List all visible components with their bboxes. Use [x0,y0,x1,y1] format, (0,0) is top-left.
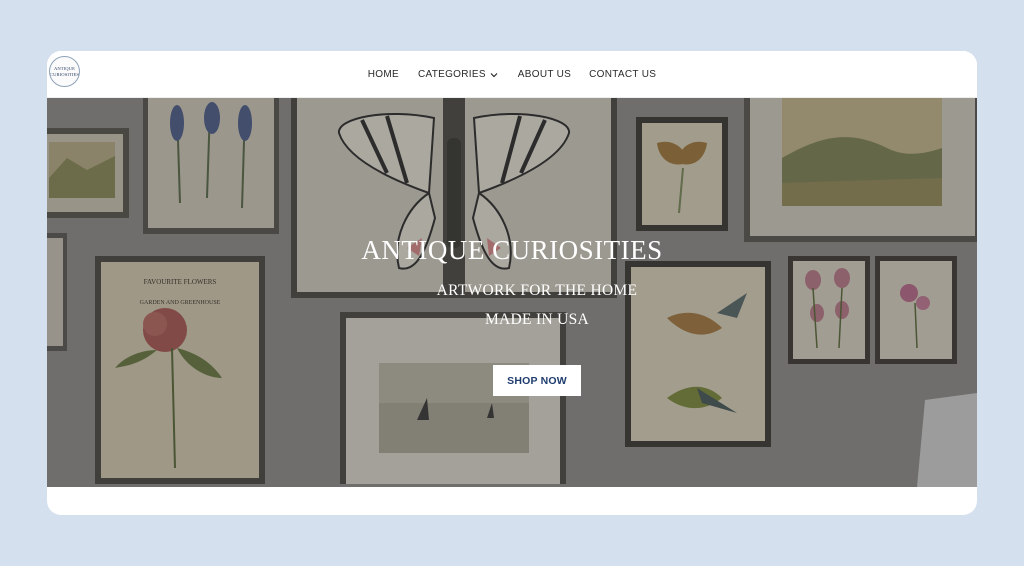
hero-subtitle-line2: MADE IN USA [484,311,590,328]
nav-categories[interactable]: CATEGORIES [418,69,498,80]
shop-now-button[interactable]: SHOP NOW [493,365,581,396]
browser-window: ANTIQUE CURIOSITIES HOME CATEGORIES ABOU… [47,51,977,515]
main-nav: HOME CATEGORIES ABOUT US CONTACT US [47,51,977,98]
hero-banner: FAVOURITE FLOWERS GARDEN AND GREENHOUSE [47,98,977,487]
chevron-down-icon [490,72,498,77]
nav-home[interactable]: HOME [368,69,399,80]
hero-title: ANTIQUE CURIOSITIES [361,235,663,265]
nav-about-us[interactable]: ABOUT US [518,69,571,80]
hero-subtitle-line1: ARTWORK FOR THE HOME [436,282,638,299]
site-header: ANTIQUE CURIOSITIES HOME CATEGORIES ABOU… [47,51,977,98]
nav-categories-label: CATEGORIES [417,69,486,80]
nav-contact-us[interactable]: CONTACT US [589,69,656,80]
